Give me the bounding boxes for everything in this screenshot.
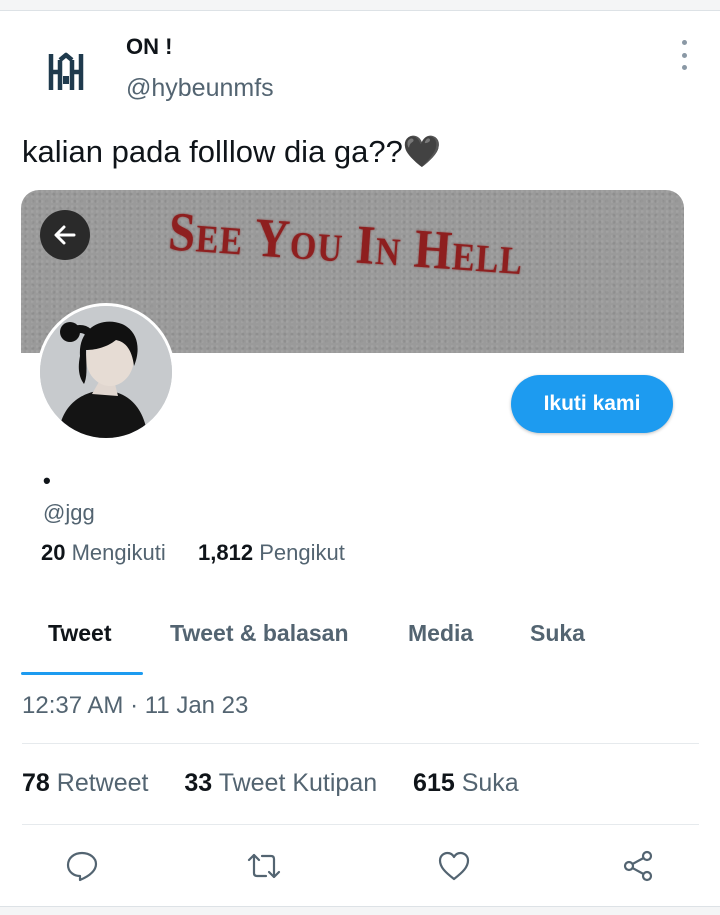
tab-likes[interactable]: Suka: [530, 620, 585, 647]
follow-button[interactable]: Ikuti kami: [511, 375, 673, 433]
following-count: 20: [41, 540, 66, 565]
tweet-text: kalian pada folllow dia ga??🖤: [22, 134, 442, 169]
following-label[interactable]: Mengikuti: [72, 540, 166, 565]
follow-stats: 20 Mengikuti 1,812 Pengikut: [41, 540, 345, 566]
retweet-icon[interactable]: [240, 842, 288, 890]
like-icon[interactable]: [430, 842, 478, 890]
share-icon[interactable]: [614, 842, 662, 890]
quotes-label[interactable]: Tweet Kutipan: [219, 769, 377, 797]
top-edge: [0, 0, 720, 11]
profile-name: •: [43, 468, 51, 493]
more-vertical-icon[interactable]: [674, 40, 694, 70]
tab-media[interactable]: Media: [408, 620, 473, 647]
followers-label[interactable]: Pengikut: [259, 540, 345, 565]
author-name[interactable]: ON !: [126, 34, 172, 60]
tab-tweet-replies[interactable]: Tweet & balasan: [170, 620, 349, 647]
retweets-label[interactable]: Retweet: [57, 769, 149, 797]
profile-handle: @jgg: [43, 500, 95, 525]
tweet-actions: [0, 842, 720, 892]
author-handle[interactable]: @hybeunmfs: [126, 74, 274, 103]
divider: [22, 824, 699, 825]
quotes-count: 33: [184, 769, 213, 797]
avatar[interactable]: [37, 303, 175, 441]
banner-text: See You In Hell: [166, 201, 526, 287]
author-logo-icon[interactable]: [48, 52, 84, 92]
reply-icon[interactable]: [58, 842, 106, 890]
tweet-stats: 78 Retweet 33 Tweet Kutipan 615 Suka: [22, 769, 519, 798]
followers-count: 1,812: [198, 540, 254, 565]
profile-card-image[interactable]: See You In Hell Ikuti kami • @jgg 20 Men…: [21, 190, 684, 590]
retweets-count: 78: [22, 769, 50, 797]
profile-tabs: Tweet Tweet & balasan Media Suka: [21, 620, 661, 676]
tab-tweet[interactable]: Tweet: [48, 620, 111, 647]
divider: [22, 743, 699, 744]
likes-label[interactable]: Suka: [462, 769, 519, 797]
tweet-timestamp[interactable]: 12:37 AM · 11 Jan 23: [22, 692, 248, 720]
active-tab-indicator: [21, 672, 143, 675]
likes-count: 615: [413, 769, 455, 797]
arrow-left-icon[interactable]: [40, 210, 90, 260]
